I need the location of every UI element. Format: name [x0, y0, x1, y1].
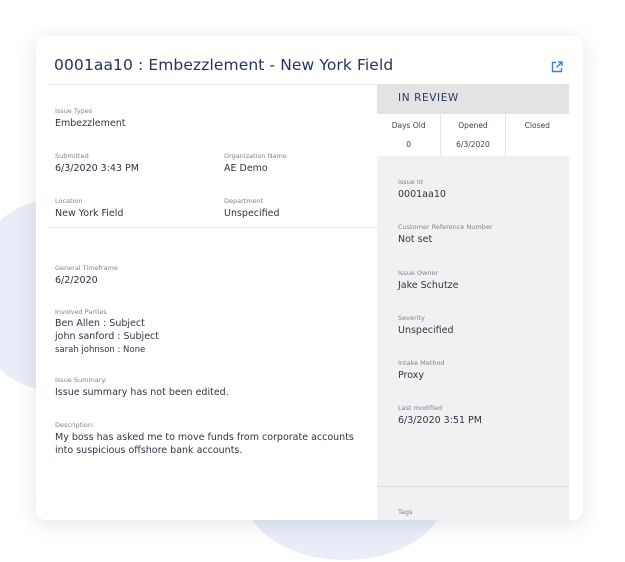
field-label: Issue Types	[55, 107, 93, 115]
detail-label: Issue Owner	[398, 269, 439, 277]
field-value: Unspecified	[224, 208, 280, 219]
detail-customer-reference: Customer Reference Number Not set	[398, 223, 493, 246]
detail-value: Proxy	[398, 370, 425, 381]
detail-value: Unspecified	[398, 325, 454, 336]
stat-value: 0	[406, 140, 412, 149]
stat-header: Opened	[458, 121, 488, 130]
field-label: Organization Name	[224, 152, 287, 160]
detail-label: Tags	[398, 508, 413, 516]
field-value: 6/3/2020 3:43 PM	[55, 163, 139, 174]
field-label: Issue Summary:	[55, 376, 108, 384]
field-issue-types: Issue Types Embezzlement	[55, 107, 125, 130]
detail-tags: Tags	[398, 508, 412, 517]
field-value: New York Field	[55, 208, 124, 219]
field-label: Involved Parties	[55, 308, 107, 316]
stat-value	[506, 140, 569, 150]
tags-divider	[377, 486, 569, 487]
field-value: AE Demo	[224, 163, 268, 174]
detail-value: 0001aa10	[398, 189, 446, 200]
detail-severity: Severity Unspecified	[398, 314, 454, 337]
field-submitted: Submitted 6/3/2020 3:43 PM	[55, 152, 139, 175]
section-divider	[48, 227, 377, 228]
field-general-timeframe: General Timeframe 6/2/2020	[55, 264, 118, 287]
detail-label: Intake Method	[398, 359, 445, 367]
stat-opened: Opened 6/3/2020	[441, 114, 506, 156]
external-link-icon[interactable]	[550, 59, 564, 73]
field-value: My boss has asked me to move funds from …	[55, 432, 354, 456]
status-sidebar: IN REVIEW Days Old 0 Opened 6/3/2020 Clo…	[377, 84, 569, 520]
involved-party: sarah johnson : None	[55, 345, 146, 355]
field-description: Description: My boss has asked me to mov…	[55, 421, 360, 457]
title-divider	[48, 84, 378, 85]
field-label: Submitted	[55, 152, 89, 160]
detail-label: Last modified	[398, 404, 443, 412]
stat-days-old: Days Old 0	[377, 114, 442, 156]
detail-value: 6/3/2020 3:51 PM	[398, 415, 482, 426]
field-value: 6/2/2020	[55, 275, 98, 286]
issue-title: 0001aa10 : Embezzlement - New York Field	[54, 56, 394, 74]
field-label: Description:	[55, 421, 95, 429]
detail-value: Not set	[398, 234, 433, 245]
detail-label: Severity	[398, 314, 425, 322]
field-label: Location	[55, 197, 83, 205]
field-organization-name: Organization Name AE Demo	[224, 152, 287, 175]
detail-label: Issue Id	[398, 178, 423, 186]
stat-closed: Closed	[506, 114, 569, 156]
issue-card: 0001aa10 : Embezzlement - New York Field…	[36, 36, 583, 520]
detail-value: Jake Schutze	[398, 280, 459, 291]
detail-issue-id: Issue Id 0001aa10	[398, 178, 446, 201]
detail-issue-owner: Issue Owner Jake Schutze	[398, 269, 459, 292]
field-issue-summary: Issue Summary: Issue summary has not bee…	[55, 376, 229, 399]
stat-header: Closed	[524, 121, 550, 130]
detail-last-modified: Last modified 6/3/2020 3:51 PM	[398, 404, 482, 427]
field-value: Embezzlement	[55, 118, 126, 129]
involved-party: Ben Allen : Subject	[55, 318, 145, 329]
status-badge: IN REVIEW	[398, 92, 459, 104]
involved-party: john sanford : Subject	[55, 331, 159, 342]
field-involved-parties: Involved Parties Ben Allen : Subject joh…	[55, 308, 159, 356]
stat-value: 6/3/2020	[456, 140, 490, 149]
field-location: Location New York Field	[55, 197, 123, 220]
stat-header: Days Old	[391, 121, 426, 130]
field-label: Department	[224, 197, 264, 205]
detail-intake-method: Intake Method Proxy	[398, 359, 445, 382]
field-label: General Timeframe	[55, 264, 118, 272]
field-department: Department Unspecified	[224, 197, 280, 220]
issue-stats: Days Old 0 Opened 6/3/2020 Closed	[377, 114, 569, 156]
field-value: Issue summary has not been edited.	[55, 387, 229, 398]
detail-label: Customer Reference Number	[398, 223, 493, 231]
